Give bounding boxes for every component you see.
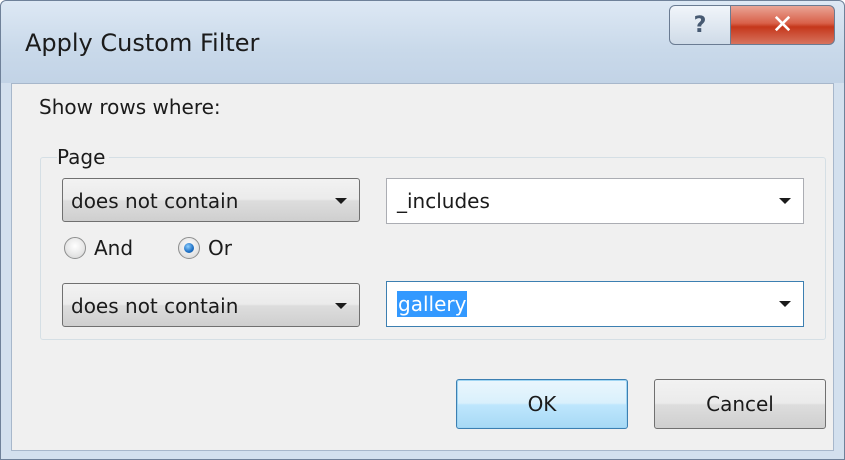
close-button[interactable]: ✕ [731, 5, 835, 45]
operator-select-1-value: does not contain [71, 189, 239, 213]
value-combo-1-text: _includes [397, 189, 490, 213]
close-icon: ✕ [771, 10, 794, 40]
radio-or-circle[interactable] [178, 237, 200, 259]
chevron-down-icon [779, 301, 791, 307]
cancel-button[interactable]: Cancel [654, 379, 826, 429]
dialog-window: Apply Custom Filter ? ✕ Show rows where:… [0, 0, 845, 460]
help-button[interactable]: ? [669, 5, 731, 45]
value-combo-2-text: gallery [397, 291, 468, 317]
value-combo-2-text-wrap: gallery [397, 291, 468, 317]
radio-and-label: And [94, 236, 134, 260]
radio-and[interactable]: And [64, 236, 133, 260]
operator-select-2-value: does not contain [71, 294, 239, 318]
dialog-body: Show rows where: Page does not contain _… [11, 83, 834, 451]
operator-select-1[interactable]: does not contain [62, 178, 360, 222]
chevron-down-icon [779, 198, 791, 204]
title-bar: Apply Custom Filter ? ✕ [1, 1, 844, 83]
radio-or-label: Or [208, 236, 232, 260]
radio-and-circle[interactable] [64, 237, 86, 259]
value-combo-2[interactable]: gallery [386, 281, 804, 327]
value-combo-1[interactable]: _includes [386, 178, 804, 224]
ok-button[interactable]: OK [456, 379, 628, 429]
chevron-down-icon [335, 198, 347, 204]
window-title: Apply Custom Filter [25, 29, 260, 57]
chevron-down-icon [335, 303, 347, 309]
help-icon: ? [693, 12, 707, 38]
show-rows-label: Show rows where: [39, 95, 221, 119]
radio-or[interactable]: Or [178, 236, 232, 260]
operator-select-2[interactable]: does not contain [62, 283, 360, 327]
group-label: Page [57, 145, 110, 169]
